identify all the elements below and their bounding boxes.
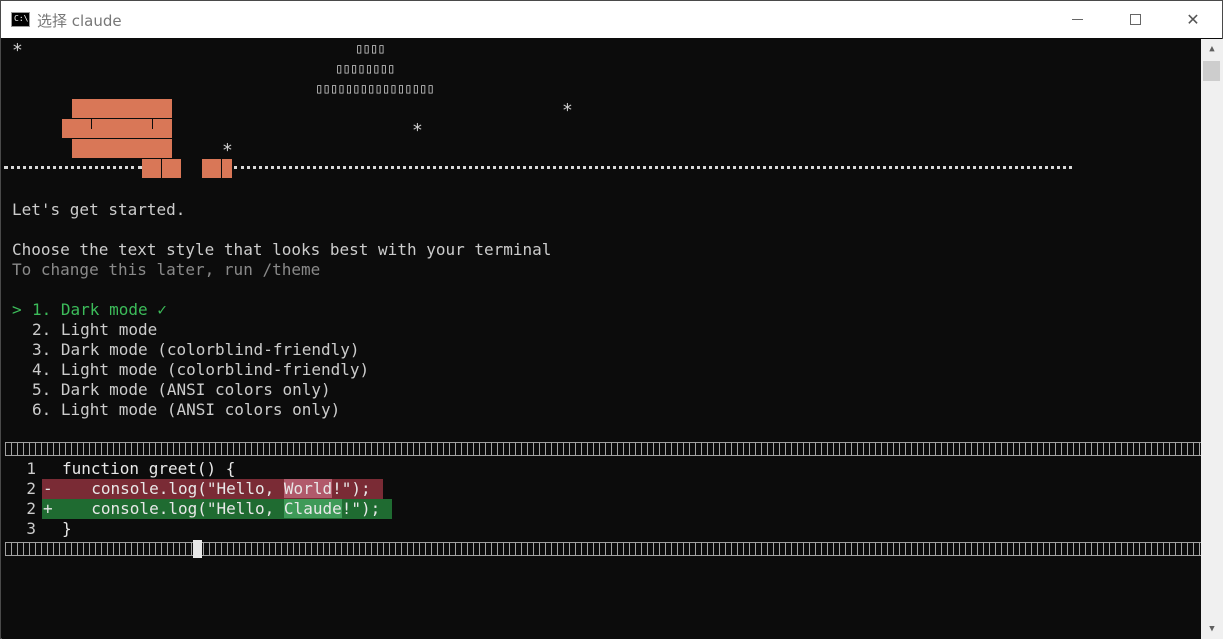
diff-removed-code: console.log("Hello, World!"); (72, 479, 371, 498)
diff-removed-highlight: World (283, 479, 333, 498)
terminal-output[interactable]: * ▯▯▯▯ ▯▯▯▯▯▯▯▯ ▯▯▯▯▯▯▯▯▯▯▯▯▯▯▯▯ * * * L… (2, 39, 1201, 639)
text-cursor (193, 540, 202, 558)
theme-option-dark[interactable]: 1. Dark mode ✓ (32, 300, 167, 320)
title-bar[interactable]: C:\ 选择 claude ✕ (1, 1, 1222, 38)
code-line: function greet() { (62, 459, 236, 478)
banner-star: * (222, 140, 233, 161)
maximize-button[interactable] (1106, 1, 1164, 38)
diff-added-code: console.log("Hello, Claude!"); (72, 499, 381, 518)
selection-pointer-icon: > (12, 300, 22, 319)
banner-boxes-row: ▯▯▯▯▯▯▯▯ (335, 61, 395, 77)
theme-option-light-colorblind[interactable]: 4. Light mode (colorblind-friendly) (32, 360, 369, 380)
line-number: 3 (26, 519, 36, 538)
banner-star: * (12, 40, 23, 61)
vertical-scrollbar[interactable]: ▲ ▼ (1201, 39, 1223, 639)
banner-dotted-line (4, 166, 142, 170)
close-icon: ✕ (1186, 10, 1200, 29)
scroll-up-icon[interactable]: ▲ (1201, 39, 1223, 59)
banner-dotted-line (234, 166, 1072, 170)
scroll-thumb[interactable] (1203, 61, 1220, 81)
theme-prompt: Choose the text style that looks best wi… (12, 240, 552, 259)
console-window: C:\ 选择 claude ✕ * ▯▯▯▯ ▯▯▯▯▯▯▯▯ ▯▯▯▯▯▯▯▯… (0, 0, 1223, 639)
theme-hint: To change this later, run /theme (12, 260, 321, 279)
preview-top-rule (5, 442, 1201, 456)
scroll-down-icon[interactable]: ▼ (1201, 619, 1223, 639)
minimize-icon (1071, 19, 1083, 20)
window-title: 选择 claude (37, 12, 122, 30)
banner-star: * (412, 120, 423, 141)
banner-star: * (562, 100, 573, 121)
theme-option-dark-ansi[interactable]: 5. Dark mode (ANSI colors only) (32, 380, 331, 400)
maximize-icon (1129, 14, 1141, 25)
console-app-icon[interactable]: C:\ (11, 12, 30, 27)
theme-option-light[interactable]: 2. Light mode (32, 320, 157, 340)
code-line: } (62, 519, 72, 538)
line-number: 1 (26, 459, 36, 478)
preview-bottom-rule (5, 542, 1201, 556)
diff-added-marker: + (43, 499, 53, 518)
line-number: 2 (26, 479, 36, 498)
greeting-text: Let's get started. (12, 200, 186, 219)
minimize-button[interactable] (1048, 1, 1106, 38)
banner-boxes-row: ▯▯▯▯ (355, 41, 386, 57)
line-number: 2 (26, 499, 36, 518)
banner-boxes-row: ▯▯▯▯▯▯▯▯▯▯▯▯▯▯▯▯ (315, 81, 435, 97)
diff-added-highlight: Claude (283, 499, 342, 518)
theme-option-dark-colorblind[interactable]: 3. Dark mode (colorblind-friendly) (32, 340, 360, 360)
close-button[interactable]: ✕ (1164, 1, 1222, 38)
diff-removed-marker: - (43, 479, 53, 498)
theme-option-light-ansi[interactable]: 6. Light mode (ANSI colors only) (32, 400, 340, 420)
